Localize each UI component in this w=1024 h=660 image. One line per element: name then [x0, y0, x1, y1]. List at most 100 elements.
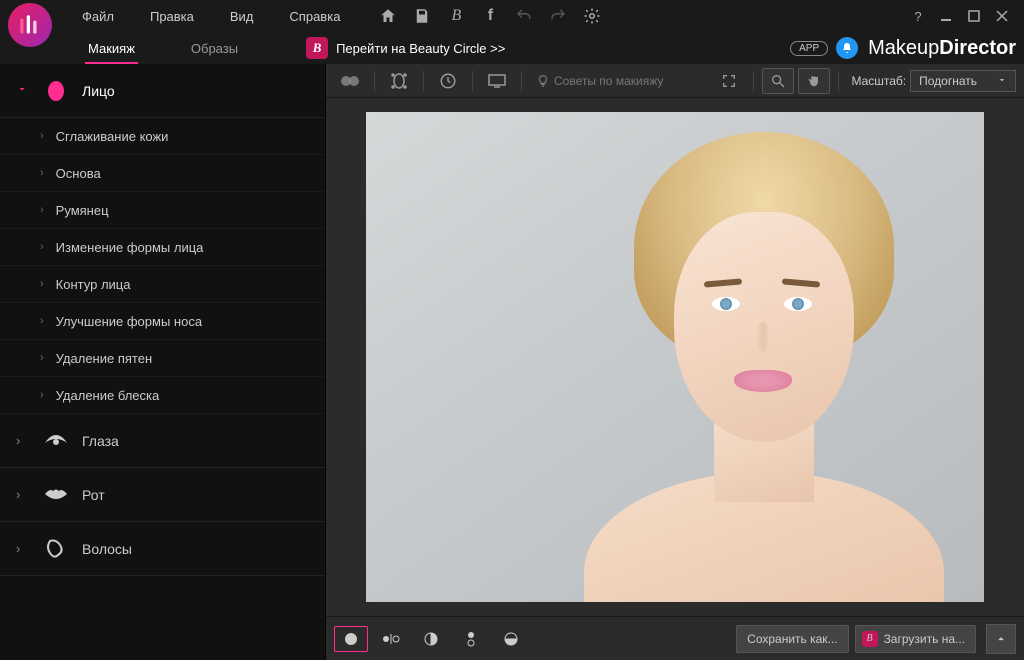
brand-title: MakeupDirector [868, 37, 1016, 60]
category-hair[interactable]: › Волосы [0, 522, 325, 576]
chevron-right-icon: › [40, 241, 44, 253]
category-eyes[interactable]: › Глаза [0, 414, 325, 468]
canvas[interactable] [326, 98, 1024, 616]
view-stacked-icon[interactable] [454, 626, 488, 652]
secondary-bar: Макияж Образы B Перейти на Beauty Circle… [0, 32, 1024, 64]
view-before-after-icon[interactable] [374, 626, 408, 652]
category-label: Волосы [82, 541, 132, 557]
divider [521, 71, 522, 91]
view-split-vertical-icon[interactable] [414, 626, 448, 652]
chevron-down-icon [16, 83, 30, 98]
home-icon[interactable] [378, 6, 398, 26]
pan-hand-icon[interactable] [798, 68, 830, 94]
subitem-label: Улучшение формы носа [56, 314, 202, 329]
zoom-label: Масштаб: [851, 74, 906, 88]
subitem-label: Удаление блеска [56, 388, 160, 403]
divider [838, 71, 839, 91]
upload-badge-icon: B [862, 631, 878, 647]
redo-icon[interactable] [548, 6, 568, 26]
subitem-label: Контур лица [56, 277, 131, 292]
subitem-spot-removal[interactable]: › Удаление пятен [0, 340, 325, 377]
chevron-right-icon: › [40, 352, 44, 364]
maximize-button[interactable] [960, 2, 988, 30]
magnifier-icon[interactable] [762, 68, 794, 94]
subitem-skin-smoothing[interactable]: › Сглаживание кожи [0, 118, 325, 155]
category-mouth[interactable]: › Рот [0, 468, 325, 522]
chevron-right-icon: › [40, 204, 44, 216]
beauty-circle-link[interactable]: B Перейти на Beauty Circle >> [306, 37, 505, 59]
bottom-bar: Сохранить как... B Загрузить на... [326, 616, 1024, 660]
divider [753, 71, 754, 91]
expand-up-icon[interactable] [986, 624, 1016, 654]
subitem-label: Сглаживание кожи [56, 129, 169, 144]
upload-button[interactable]: B Загрузить на... [855, 625, 976, 653]
category-label: Лицо [82, 83, 115, 99]
undo-icon[interactable] [514, 6, 534, 26]
category-label: Глаза [82, 433, 119, 449]
tab-looks[interactable]: Образы [163, 35, 266, 62]
help-button[interactable]: ? [904, 2, 932, 30]
compare-faces-icon[interactable] [334, 68, 366, 94]
divider [374, 71, 375, 91]
chevron-right-icon: › [40, 278, 44, 290]
subitem-label: Румянец [56, 203, 109, 218]
save-icon[interactable] [412, 6, 432, 26]
photo-preview [366, 112, 984, 602]
chevron-right-icon: › [40, 389, 44, 401]
upload-label: Загрузить на... [884, 632, 965, 646]
notifications-icon[interactable] [836, 37, 858, 59]
view-split-horizontal-icon[interactable] [494, 626, 528, 652]
beauty-circle-text: Перейти на Beauty Circle >> [336, 41, 505, 56]
tips-label: Советы по макияжу [554, 74, 663, 88]
close-button[interactable] [988, 2, 1016, 30]
subitem-contour[interactable]: › Контур лица [0, 266, 325, 303]
fullscreen-icon[interactable] [713, 68, 745, 94]
content-area: Советы по макияжу Масштаб: Подогнать [326, 64, 1024, 660]
makeup-tips-button[interactable]: Советы по макияжу [530, 74, 669, 88]
divider [423, 71, 424, 91]
menu-file[interactable]: Файл [64, 3, 132, 30]
subitem-label: Удаление пятен [56, 351, 152, 366]
subitem-face-shape[interactable]: › Изменение формы лица [0, 229, 325, 266]
settings-icon[interactable] [582, 6, 602, 26]
beauty-icon[interactable]: B [446, 6, 466, 26]
subitem-foundation[interactable]: › Основа [0, 155, 325, 192]
zoom-select[interactable]: Подогнать [910, 70, 1016, 92]
tab-makeup[interactable]: Макияж [60, 35, 163, 62]
subitem-nose-shape[interactable]: › Улучшение формы носа [0, 303, 325, 340]
subitem-blush[interactable]: › Румянец [0, 192, 325, 229]
history-icon[interactable] [432, 68, 464, 94]
beauty-circle-badge-icon: B [306, 37, 328, 59]
chevron-right-icon: › [16, 487, 30, 502]
eyes-icon [42, 433, 70, 449]
subitem-label: Основа [56, 166, 101, 181]
canvas-toolbar: Советы по макияжу Масштаб: Подогнать [326, 64, 1024, 98]
subitem-shine-removal[interactable]: › Удаление блеска [0, 377, 325, 414]
menu-view[interactable]: Вид [212, 3, 272, 30]
face-icon [42, 79, 70, 103]
screen-icon[interactable] [481, 68, 513, 94]
hair-icon [42, 537, 70, 561]
lightbulb-icon [536, 74, 550, 88]
category-face[interactable]: Лицо [0, 64, 325, 118]
category-label: Рот [82, 487, 105, 503]
chevron-right-icon: › [16, 541, 30, 556]
chevron-right-icon: › [40, 315, 44, 327]
chevron-right-icon: › [40, 130, 44, 142]
subitem-label: Изменение формы лица [56, 240, 204, 255]
facebook-icon[interactable]: f [480, 6, 500, 26]
titlebar: Файл Правка Вид Справка B f ? [0, 0, 1024, 32]
chevron-right-icon: › [40, 167, 44, 179]
chevron-down-icon [997, 74, 1007, 88]
app-pill[interactable]: APP [790, 41, 828, 56]
app-logo [8, 3, 52, 47]
minimize-button[interactable] [932, 2, 960, 30]
menu-edit[interactable]: Правка [132, 3, 212, 30]
divider [472, 71, 473, 91]
sidebar: Лицо ›Сглаживание кожи ›Основа ›Румянец … [0, 64, 326, 660]
face-detect-icon[interactable] [383, 68, 415, 94]
save-as-button[interactable]: Сохранить как... [736, 625, 848, 653]
chevron-right-icon: › [16, 433, 30, 448]
view-single-icon[interactable] [334, 626, 368, 652]
menu-help[interactable]: Справка [271, 3, 358, 30]
